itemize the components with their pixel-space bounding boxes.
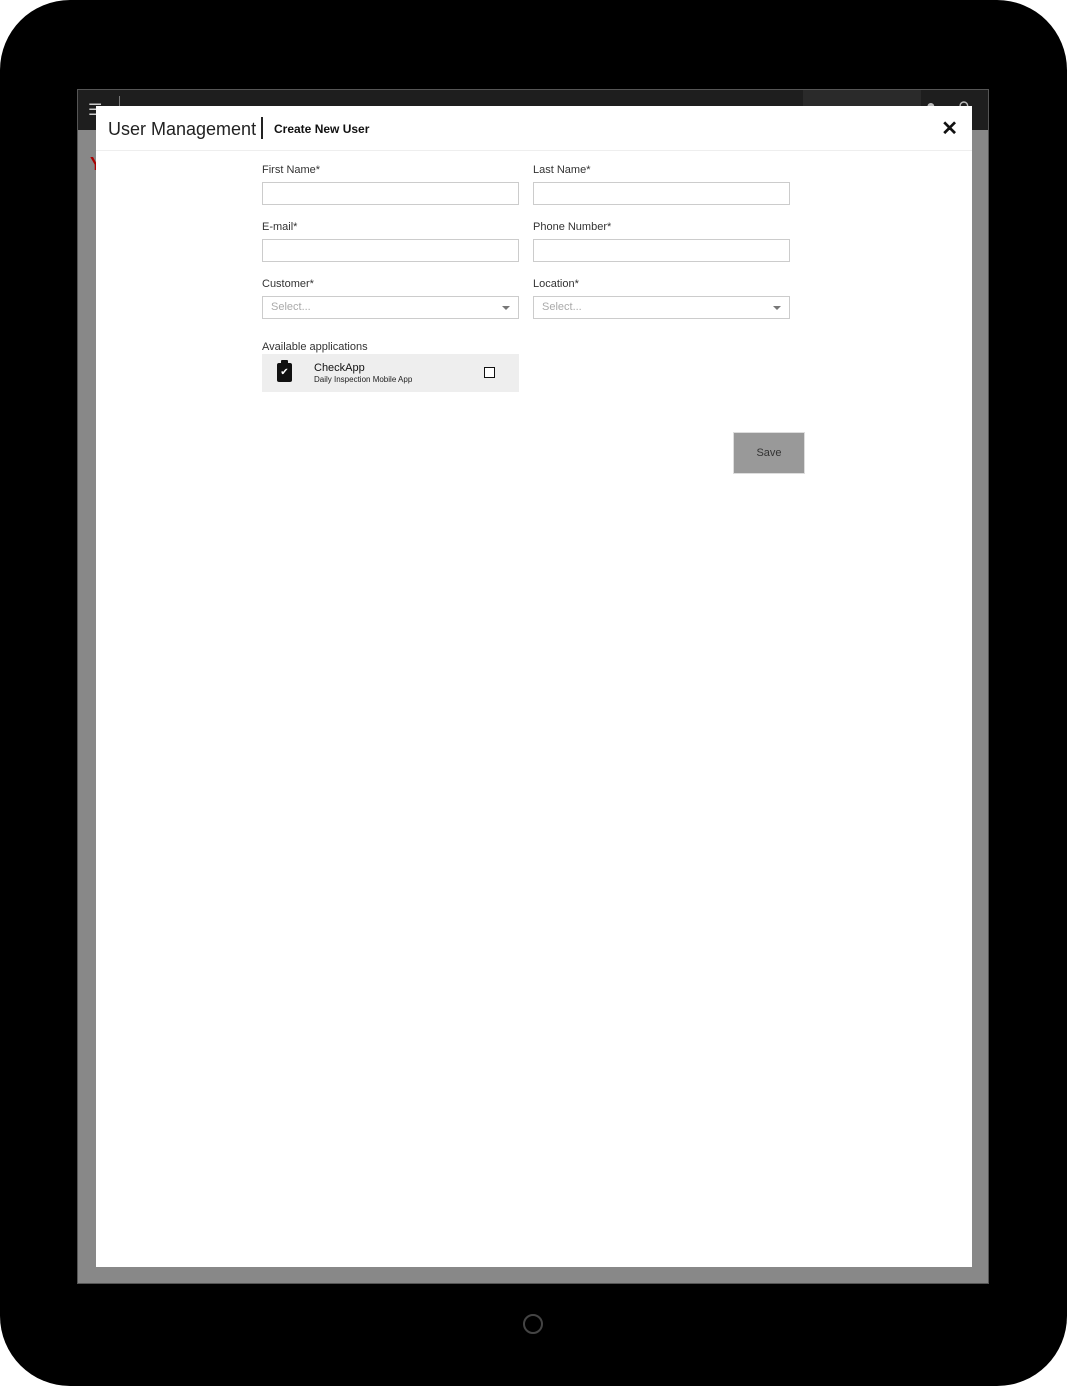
application-name: CheckApp <box>314 362 365 374</box>
title-divider <box>261 117 263 139</box>
save-button[interactable]: Save <box>733 432 805 474</box>
customer-select[interactable]: Select... <box>262 296 519 319</box>
applications-label: Available applications <box>262 341 368 353</box>
tablet-frame: ☰ ● ⚲ Y User Management Create New User … <box>0 0 1067 1386</box>
last-name-input[interactable] <box>533 182 790 205</box>
create-user-modal: User Management Create New User ✕ First … <box>96 106 972 1267</box>
location-field: Location* Select... <box>533 278 790 319</box>
customer-label: Customer* <box>262 278 314 290</box>
phone-label: Phone Number* <box>533 221 612 233</box>
email-input[interactable] <box>262 239 519 262</box>
customer-field: Customer* Select... <box>262 278 519 319</box>
last-name-label: Last Name* <box>533 164 591 176</box>
last-name-field: Last Name* <box>533 164 790 205</box>
location-select[interactable]: Select... <box>533 296 790 319</box>
home-button[interactable] <box>523 1314 543 1334</box>
phone-input[interactable] <box>533 239 790 262</box>
first-name-field: First Name* <box>262 164 519 205</box>
phone-field: Phone Number* <box>533 221 790 262</box>
email-label: E-mail* <box>262 221 298 233</box>
application-checkbox[interactable] <box>484 367 495 378</box>
clipboard-check-icon: ✔ <box>277 360 292 382</box>
close-icon[interactable]: ✕ <box>941 116 958 141</box>
application-description: Daily Inspection Mobile App <box>314 375 413 384</box>
location-placeholder: Select... <box>542 301 582 313</box>
first-name-label: First Name* <box>262 164 321 176</box>
customer-placeholder: Select... <box>271 301 311 313</box>
chevron-down-icon <box>773 306 781 310</box>
screen: ☰ ● ⚲ Y User Management Create New User … <box>77 89 989 1284</box>
chevron-down-icon <box>502 306 510 310</box>
location-label: Location* <box>533 278 579 290</box>
first-name-input[interactable] <box>262 182 519 205</box>
modal-header: User Management Create New User ✕ <box>96 106 972 151</box>
application-item[interactable]: ✔ CheckApp Daily Inspection Mobile App <box>262 354 519 392</box>
modal-title: User Management <box>108 119 257 139</box>
email-field: E-mail* <box>262 221 519 262</box>
modal-subtitle: Create New User <box>274 122 370 136</box>
